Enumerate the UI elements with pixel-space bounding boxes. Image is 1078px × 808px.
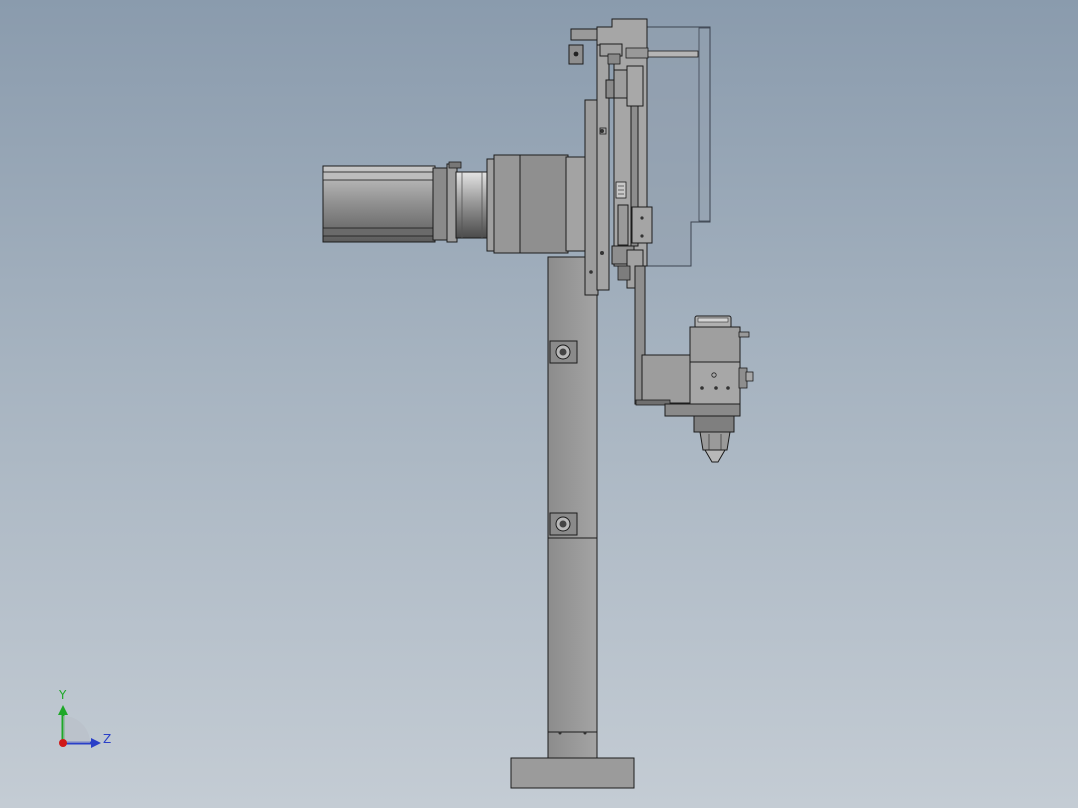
gearbox xyxy=(486,154,587,254)
column-bolt-lower xyxy=(549,512,578,536)
vertical-column xyxy=(547,256,598,759)
servo-motor xyxy=(322,161,462,243)
z-axis-arrow-icon xyxy=(91,738,101,748)
column-bolt-upper xyxy=(549,340,578,364)
y-axis-arrow-icon xyxy=(58,705,68,715)
cad-model[interactable] xyxy=(0,0,1078,808)
graphics-viewport[interactable]: Y Z xyxy=(0,0,1078,808)
mounting-plate xyxy=(584,44,610,296)
x-axis-dot-icon xyxy=(59,739,67,747)
reference-triad xyxy=(58,705,101,748)
triad-y-label: Y xyxy=(59,688,67,702)
transparent-cover xyxy=(645,26,711,267)
triad-z-label: Z xyxy=(103,732,112,746)
column-base xyxy=(510,757,635,789)
shaft-coupler xyxy=(455,171,490,239)
z-axis-arm xyxy=(634,265,693,406)
